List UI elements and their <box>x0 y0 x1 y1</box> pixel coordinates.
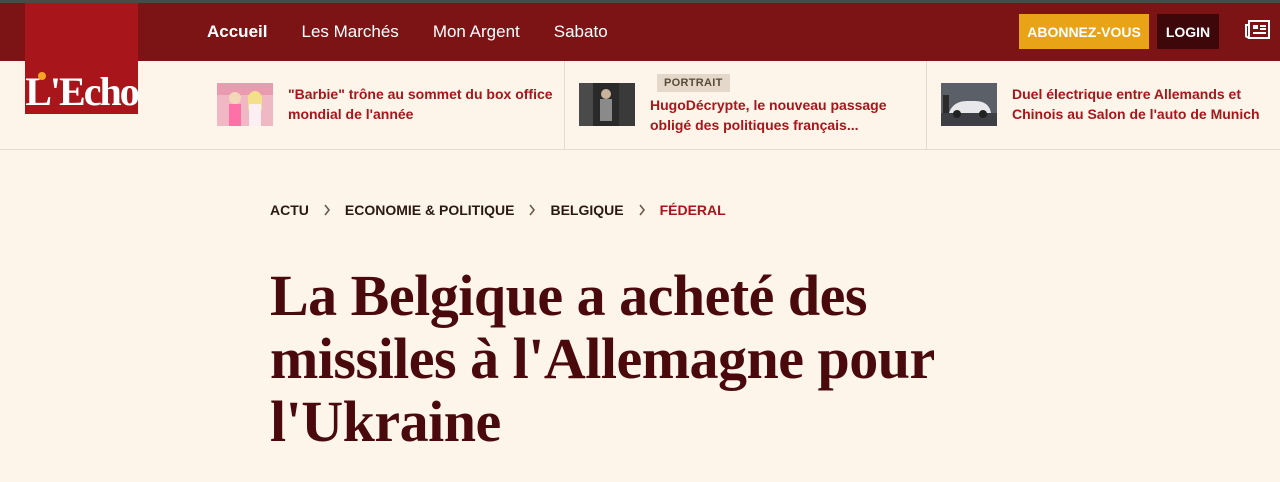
logo-text: L'Echo <box>25 69 139 114</box>
login-button[interactable]: LOGIN <box>1157 14 1219 49</box>
teaser-item[interactable]: Duel électrique entre Allemands et Chino… <box>926 61 1280 150</box>
nav-item-mon-argent[interactable]: Mon Argent <box>433 22 520 42</box>
nav-item-accueil[interactable]: Accueil <box>207 22 267 42</box>
chevron-right-icon <box>638 204 646 216</box>
breadcrumb-item-federal[interactable]: FÉDERAL <box>660 202 726 218</box>
teaser-thumbnail <box>579 83 635 126</box>
teaser-thumbnail <box>217 83 273 126</box>
breadcrumb: ACTU ECONOMIE & POLITIQUE BELGIQUE FÉDER… <box>270 202 726 218</box>
teaser-item[interactable]: PORTRAIT HugoDécrypte, le nouveau passag… <box>564 61 926 150</box>
nav-item-sabato[interactable]: Sabato <box>554 22 608 42</box>
logo-dot <box>38 72 47 80</box>
article-headline: La Belgique a acheté des missiles à l'Al… <box>270 263 934 454</box>
top-navigation-bar: Accueil Les Marchés Mon Argent Sabato AB… <box>0 3 1280 61</box>
teaser-item[interactable]: "Barbie" trône au sommet du box office m… <box>202 61 564 150</box>
breadcrumb-item-actu[interactable]: ACTU <box>270 202 309 218</box>
main-nav: Accueil Les Marchés Mon Argent Sabato <box>207 3 642 61</box>
subscribe-button[interactable]: ABONNEZ-VOUS <box>1019 14 1149 49</box>
breadcrumb-item-economie-politique[interactable]: ECONOMIE & POLITIQUE <box>345 202 515 218</box>
teaser-title[interactable]: HugoDécrypte, le nouveau passage obligé … <box>650 95 910 135</box>
chevron-right-icon <box>528 204 536 216</box>
teaser-title[interactable]: Duel électrique entre Allemands et Chino… <box>1012 84 1272 124</box>
newspaper-icon[interactable] <box>1245 19 1271 41</box>
teaser-strip: "Barbie" trône au sommet du box office m… <box>0 61 1280 150</box>
portrait-badge: PORTRAIT <box>657 74 730 92</box>
teaser-thumbnail <box>941 83 997 126</box>
breadcrumb-item-belgique[interactable]: BELGIQUE <box>550 202 623 218</box>
teaser-title[interactable]: "Barbie" trône au sommet du box office m… <box>288 84 558 124</box>
nav-item-les-marches[interactable]: Les Marchés <box>301 22 398 42</box>
site-logo[interactable]: L'Echo <box>25 3 140 114</box>
chevron-right-icon <box>323 204 331 216</box>
